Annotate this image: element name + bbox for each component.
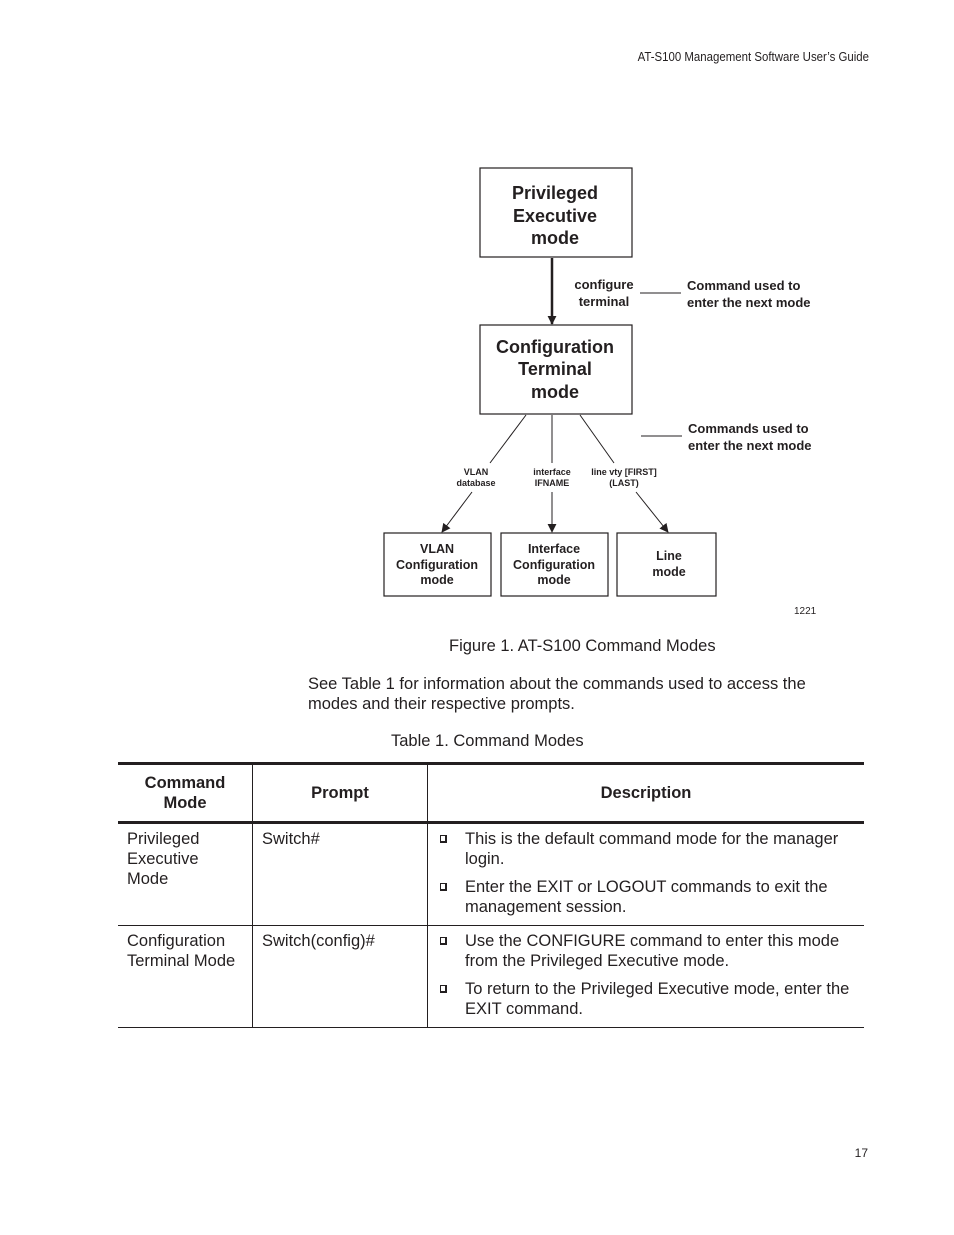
svg-text:IFNAME: IFNAME — [535, 478, 570, 488]
table-row: Configuration Terminal Mode Switch(confi… — [118, 925, 864, 1028]
header-prompt: Prompt — [252, 763, 428, 823]
cell-mode: Configuration Terminal Mode — [127, 932, 236, 970]
svg-text:VLAN: VLAN — [420, 542, 454, 556]
description-item: This is the default command mode for the… — [437, 829, 855, 869]
figure-id: 1221 — [794, 606, 817, 617]
annotation-command-used: Command used to enter the next mode — [687, 278, 811, 310]
description-item: Enter the EXIT or LOGOUT commands to exi… — [437, 877, 855, 917]
figure-caption: Figure 1. AT-S100 Command Modes — [449, 637, 716, 655]
svg-text:(LAST): (LAST) — [609, 478, 639, 488]
svg-text:interface: interface — [533, 467, 571, 477]
table-header-row: Command Mode Prompt Description — [118, 763, 864, 823]
svg-text:configure: configure — [574, 277, 633, 292]
header-command-mode: Command Mode — [144, 774, 226, 812]
command-modes-diagram: Privileged Executive mode configure term… — [383, 167, 817, 617]
table-row: Privileged Executive Mode Switch# This i… — [118, 822, 864, 926]
svg-text:terminal: terminal — [579, 294, 630, 309]
cell-prompt: Switch(config)# — [252, 925, 428, 1028]
node-privileged-executive: Privileged Executive mode — [479, 167, 633, 258]
svg-text:enter the next mode: enter the next mode — [687, 295, 811, 310]
svg-text:Configuration: Configuration — [513, 558, 595, 572]
edge-label-interface-ifname: interface IFNAME — [533, 467, 571, 488]
node-configuration-terminal: Configuration Terminal mode — [479, 324, 633, 415]
box-bullet-icon — [440, 883, 447, 891]
svg-text:Line: Line — [656, 549, 682, 563]
svg-text:line vty [FIRST]: line vty [FIRST] — [591, 467, 657, 477]
annotation-commands-used: Commands used to enter the next mode — [688, 421, 812, 453]
svg-text:Commands used to: Commands used to — [688, 421, 809, 436]
svg-text:Command used to: Command used to — [687, 278, 800, 293]
cell-mode: Privileged Executive Mode — [127, 830, 200, 888]
svg-text:mode: mode — [537, 573, 570, 587]
command-modes-table: Command Mode Prompt Description Privileg… — [118, 762, 864, 1028]
svg-text:VLAN: VLAN — [464, 467, 489, 477]
svg-text:mode: mode — [420, 573, 453, 587]
description-item: To return to the Privileged Executive mo… — [437, 979, 855, 1019]
edge-label-vlan-database: VLAN database — [456, 467, 495, 488]
svg-text:Privileged: Privileged — [512, 183, 598, 203]
svg-text:mode: mode — [531, 228, 579, 248]
svg-text:mode: mode — [652, 565, 685, 579]
cell-description: Use the CONFIGURE command to enter this … — [427, 925, 864, 1028]
cell-description: This is the default command mode for the… — [427, 822, 864, 926]
svg-text:Executive: Executive — [513, 206, 597, 226]
edge-label-line-vty: line vty [FIRST] (LAST) — [591, 467, 657, 488]
description-item: Use the CONFIGURE command to enter this … — [437, 931, 855, 971]
svg-text:Terminal: Terminal — [518, 359, 592, 379]
svg-text:mode: mode — [531, 382, 579, 402]
node-vlan-configuration: VLAN Configuration mode — [383, 532, 492, 597]
box-bullet-icon — [440, 937, 447, 945]
edge-label-configure-terminal: configure terminal — [574, 277, 633, 309]
header-description: Description — [427, 763, 864, 823]
box-bullet-icon — [440, 835, 447, 843]
node-interface-configuration: Interface Configuration mode — [500, 532, 609, 597]
svg-text:Interface: Interface — [528, 542, 580, 556]
page-number: 17 — [854, 1146, 868, 1160]
table-caption: Table 1. Command Modes — [391, 732, 584, 750]
cell-prompt: Switch# — [252, 822, 428, 926]
body-paragraph: See Table 1 for information about the co… — [308, 675, 806, 713]
svg-text:database: database — [456, 478, 495, 488]
svg-text:enter the next mode: enter the next mode — [688, 438, 812, 453]
node-line-mode: Line mode — [616, 532, 717, 597]
box-bullet-icon — [440, 985, 447, 993]
svg-text:Configuration: Configuration — [396, 558, 478, 572]
svg-text:Configuration: Configuration — [496, 337, 614, 357]
